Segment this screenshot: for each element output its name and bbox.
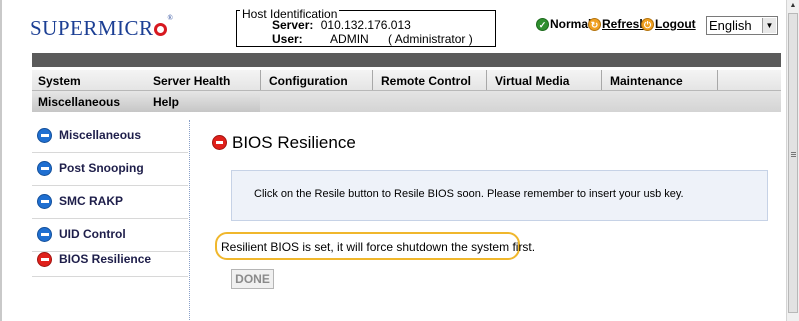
health-status-label: Normal (550, 17, 592, 31)
info-text: Click on the Resile button to Resile BIO… (254, 188, 684, 200)
sidebar-divider-vertical (189, 120, 190, 320)
logo-o-mark (153, 23, 167, 36)
menu-system[interactable]: System (38, 74, 81, 88)
main-menu: System Server Health Configuration Remot… (32, 70, 781, 112)
menu-server-health[interactable]: Server Health (153, 74, 230, 88)
sidebar-item-label: UID Control (59, 227, 126, 241)
status-message: Resilient BIOS is set, it will force shu… (215, 232, 535, 260)
server-row: Server: 010.132.176.013 (272, 18, 411, 32)
arrow-right-icon (37, 252, 52, 267)
scrollbar-thumb[interactable] (788, 13, 798, 313)
menu-remote-control[interactable]: Remote Control (381, 74, 471, 88)
menu-separator (260, 70, 261, 91)
sidebar-item-label: BIOS Resilience (59, 252, 152, 266)
arrow-right-icon (212, 135, 227, 150)
menu-separator (486, 70, 487, 91)
vertical-scrollbar[interactable]: ▲ (786, 0, 799, 321)
health-status: ✓ Normal (536, 17, 591, 31)
status-message-text: Resilient BIOS is set, it will force shu… (221, 240, 536, 254)
arrow-right-icon (37, 194, 52, 209)
host-identification-box: Host Identification Server: 010.132.176.… (236, 7, 496, 47)
sidebar-item-label: SMC RAKP (59, 194, 124, 208)
user-row: User: ADMIN ( Administrator ) (272, 32, 473, 46)
logout-icon: ⏻ (641, 17, 654, 31)
logout-label[interactable]: Logout (655, 17, 696, 31)
sidebar-item-label: Miscellaneous (59, 128, 142, 142)
window-frame-left (0, 0, 2, 321)
done-button[interactable]: DONE (231, 269, 274, 289)
menu-configuration[interactable]: Configuration (269, 74, 348, 88)
refresh-label[interactable]: Refresh (602, 17, 647, 31)
chevron-down-icon[interactable]: ▼ (762, 18, 776, 33)
logout-link[interactable]: ⏻ Logout (641, 17, 696, 31)
language-select[interactable]: English ▼ (706, 16, 778, 35)
arrow-right-icon (37, 161, 52, 176)
menu-row-divider (32, 90, 781, 91)
user-value: ADMIN (330, 32, 369, 46)
menu-maintenance[interactable]: Maintenance (610, 74, 683, 88)
menu-miscellaneous[interactable]: Miscellaneous (38, 95, 120, 109)
user-role: ( Administrator ) (388, 32, 473, 46)
menu-separator (601, 70, 602, 91)
arrow-right-icon (37, 227, 52, 242)
menu-help[interactable]: Help (153, 95, 179, 109)
sidebar-divider (32, 276, 188, 277)
menu-virtual-media[interactable]: Virtual Media (495, 74, 569, 88)
menu-separator (372, 70, 373, 91)
page-title-text: BIOS Resilience (232, 133, 356, 152)
server-label: Server: (272, 18, 314, 32)
logo-text: SUPERMICR (30, 16, 154, 40)
user-label: User: (272, 32, 303, 46)
server-value: 010.132.176.013 (320, 18, 411, 32)
sidebar-item-label: Post Snooping (59, 161, 144, 175)
logo-registered-mark: ® (167, 14, 174, 22)
arrow-right-icon (37, 128, 52, 143)
supermicro-logo: SUPERMICR ® (30, 14, 174, 41)
grip-icon (791, 152, 796, 153)
info-panel: Click on the Resile button to Resile BIO… (231, 170, 768, 221)
refresh-icon: ↻ (588, 17, 601, 31)
sidebar-item-post-snooping[interactable]: Post Snooping (32, 153, 188, 186)
sidebar-item-miscellaneous[interactable]: Miscellaneous (32, 120, 188, 153)
scroll-up-icon[interactable]: ▲ (788, 1, 798, 11)
header-divider-bar (32, 53, 781, 67)
sidebar-item-bios-resilience[interactable]: BIOS Resilience (32, 244, 188, 277)
page-title: BIOS Resilience (212, 133, 356, 153)
sidebar-item-smc-rakp[interactable]: SMC RAKP (32, 186, 188, 219)
menu-separator (717, 70, 718, 91)
check-icon: ✓ (536, 17, 549, 31)
language-select-value: English (709, 18, 752, 33)
refresh-link[interactable]: ↻ Refresh (588, 17, 647, 31)
